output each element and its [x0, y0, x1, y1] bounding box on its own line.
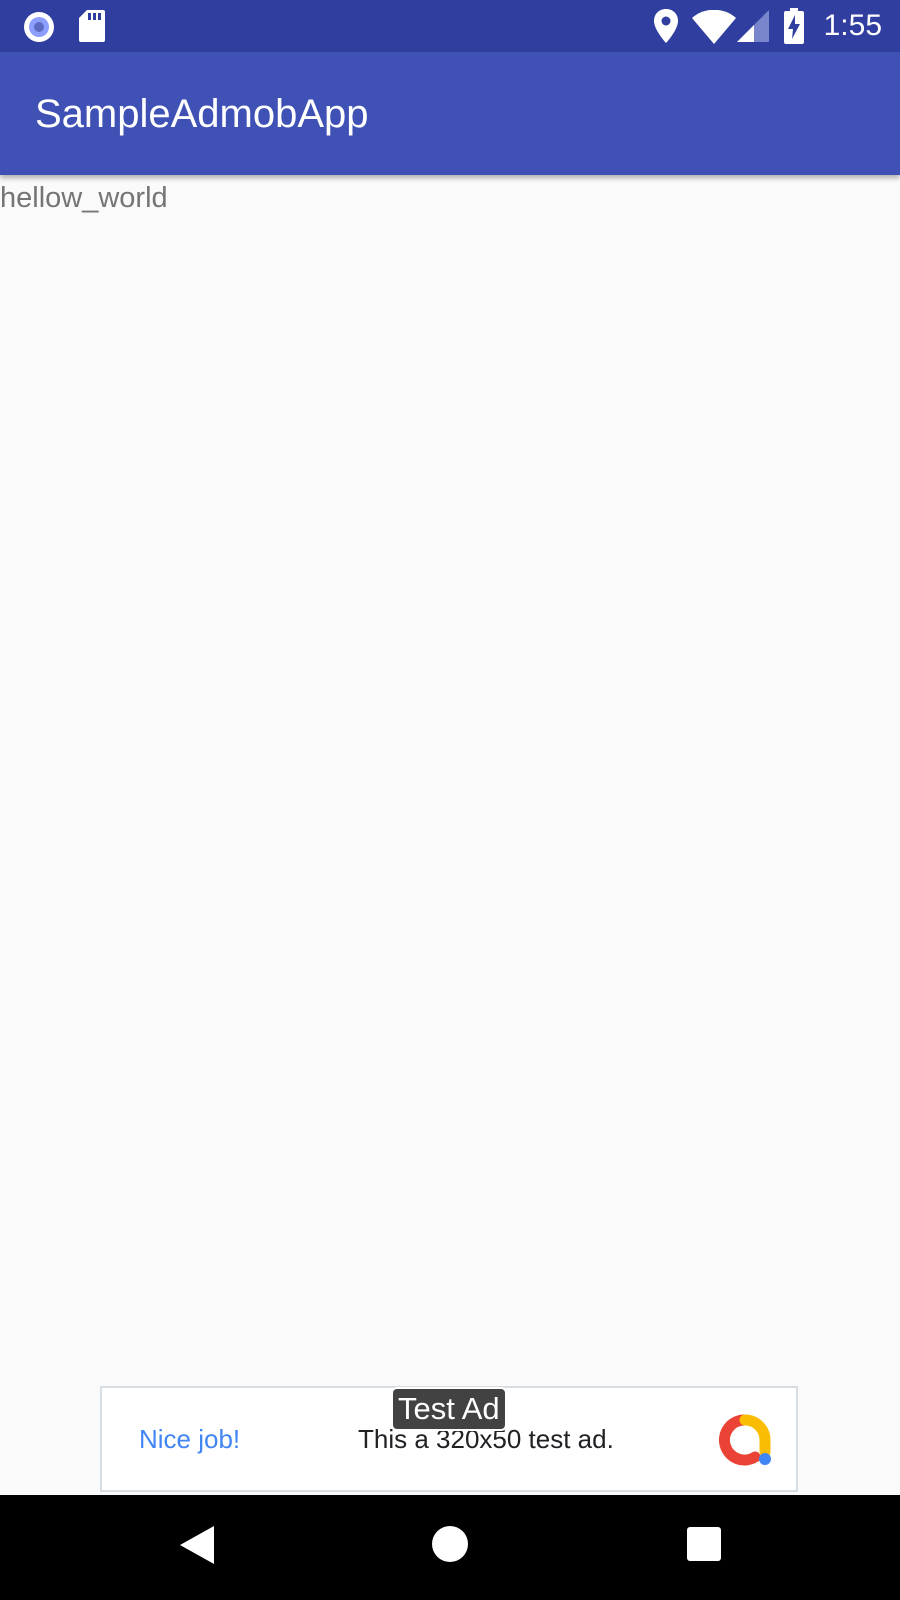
- app-bar: SampleAdmobApp: [0, 52, 900, 175]
- status-time: 1:55: [823, 9, 882, 42]
- wifi-icon: [692, 10, 736, 44]
- ad-headline: Nice job!: [139, 1424, 241, 1454]
- sd-card-icon: [79, 10, 105, 42]
- battery-charging-icon: [784, 8, 804, 44]
- hello-world-text: hellow_world: [0, 182, 168, 214]
- status-bar: 1:55: [0, 0, 900, 52]
- test-ad-badge: Test Ad: [391, 1387, 507, 1431]
- navigation-bar: [0, 1495, 900, 1600]
- recents-icon[interactable]: [687, 1527, 721, 1561]
- record-icon: [24, 12, 54, 42]
- app-title: SampleAdmobApp: [35, 92, 369, 136]
- home-icon[interactable]: [432, 1526, 468, 1562]
- admob-logo-icon: [719, 1414, 771, 1466]
- signal-icon: [737, 10, 769, 42]
- location-icon: [654, 9, 678, 43]
- back-icon[interactable]: [180, 1526, 214, 1564]
